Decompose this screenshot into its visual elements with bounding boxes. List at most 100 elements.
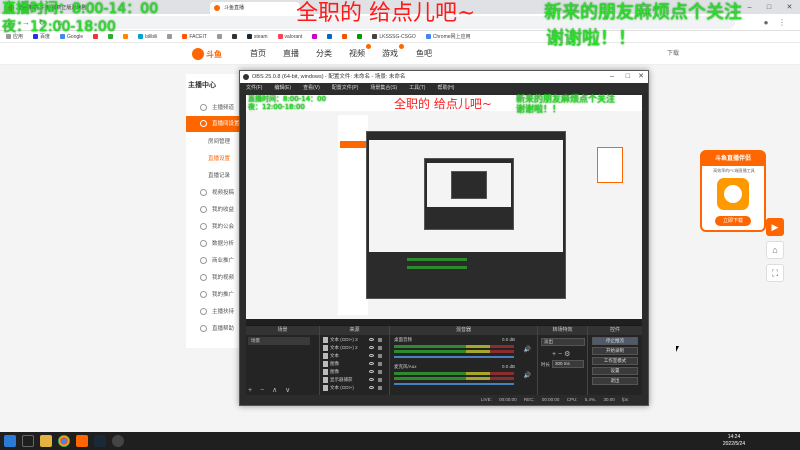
nav-yuba[interactable]: 鱼吧 [416,48,432,59]
video-icon [200,189,207,196]
source-item[interactable]: 图像 [322,368,384,376]
faceit-icon [182,34,188,39]
fullscreen-float-icon[interactable]: ⛶ [766,264,784,282]
douyu-logo[interactable]: 斗鱼 [192,46,234,62]
volume-slider[interactable] [394,356,514,358]
audio-meter [394,350,514,353]
scene-item[interactable]: 场景 [248,337,310,345]
studio-mode-button[interactable]: 工作室模式 [592,357,638,365]
audio-meter [394,372,514,375]
menu-file[interactable]: 文件(F) [246,83,262,93]
bookmark-icon [231,34,237,39]
lock-icon[interactable] [378,354,382,358]
nav-game[interactable]: 游戏 [382,44,404,59]
maximize-icon[interactable]: □ [626,71,630,83]
nested-capture [369,140,563,252]
exit-button[interactable]: 退出 [592,377,638,385]
bookmark[interactable] [167,34,173,39]
visibility-icon[interactable] [369,354,374,357]
start-icon[interactable] [4,435,16,447]
close-icon[interactable]: ✕ [638,71,644,83]
bookmark[interactable]: steam [246,34,268,40]
bookmark[interactable]: LKSSSG-CSGO [372,34,416,40]
promo-download-button[interactable]: 立即下载 [715,216,751,226]
minimize-icon[interactable]: – [610,71,614,83]
duration-input[interactable]: 300 ms [552,360,584,368]
visibility-icon[interactable] [369,378,374,381]
nav-category[interactable]: 分类 [316,48,332,59]
home-float-icon[interactable]: ⌂ [766,241,784,259]
chrome-icon[interactable] [58,435,70,447]
play-float-icon[interactable]: ▶ [766,218,784,236]
browser-tab-active[interactable]: 斗鱼直播 [210,2,300,14]
nav-video[interactable]: 视频 [349,44,371,59]
nav-home[interactable]: 首页 [250,48,266,59]
start-recording-button[interactable]: 开始录制 [592,347,638,355]
lock-icon[interactable] [378,378,382,382]
lock-icon[interactable] [378,338,382,342]
bookmark[interactable] [216,34,222,39]
lock-icon[interactable] [378,386,382,390]
bookmark[interactable]: FACEIT [182,34,207,40]
bookmark-icon [327,34,333,39]
source-item[interactable]: 图像 [322,360,384,368]
menu-profile[interactable]: 配置文件(P) [332,83,359,93]
menu-view[interactable]: 查看(V) [303,83,320,93]
volume-slider[interactable] [394,383,514,385]
obs-titlebar: OBS 25.0.8 (64-bit, windows) - 配置文件: 未命名… [240,71,648,83]
nav-live[interactable]: 直播 [283,48,299,59]
steam-taskbar-icon[interactable] [94,435,106,447]
controls-header: 控件 [588,326,642,335]
bookmark[interactable] [231,34,237,39]
mouse-cursor-icon [676,346,679,352]
visibility-icon[interactable] [369,386,374,389]
menu-tools[interactable]: 工具(T) [409,83,425,93]
source-item[interactable]: 文本 (GDI+) 2 [322,344,384,352]
transition-add-remove[interactable]: + − ⚙ [552,350,570,358]
obs-docks: 场景 场景 + − ∧ ∨ 来源 文本 (GDI+) 3 文本 (GDI+) 2… [246,326,642,396]
lock-icon[interactable] [378,370,382,374]
schedule-overlay: 直播时间：8:00-14：00 夜：12:00-18:00 [2,1,159,35]
mixer-channel-label: 桌面音频 [394,337,412,342]
menu-scene-collection[interactable]: 场景集合(S) [370,83,397,93]
transition-select[interactable]: 淡出 [541,338,585,346]
settings-button[interactable]: 设置 [592,367,638,375]
nested-obs-window-2 [424,158,514,230]
speaker-icon[interactable]: 🔊 [524,346,531,353]
visibility-icon[interactable] [369,338,374,341]
taskbar-clock[interactable]: 14:24 2022/5/24 [714,434,754,448]
bookmark[interactable] [357,34,363,39]
scenes-dock-toolbar[interactable]: + − ∧ ∨ [248,386,293,394]
visibility-icon[interactable] [369,370,374,373]
source-item[interactable]: 文本 [322,352,384,360]
bookmark[interactable]: Chrome网上应用 [425,33,471,40]
file-explorer-icon[interactable] [40,435,52,447]
source-item[interactable]: 显示器捕获 [322,376,384,384]
guild-icon [200,223,207,230]
menu-help[interactable]: 帮助(H) [437,83,454,93]
task-view-icon[interactable] [22,435,34,447]
menu-edit[interactable]: 编辑(E) [274,83,291,93]
douyu-taskbar-icon[interactable] [76,435,88,447]
duration-label: 时长 [541,362,550,367]
bookmark[interactable] [312,34,318,39]
tab-favicon-icon [214,5,220,11]
bookmark-icon [342,34,348,39]
visibility-icon[interactable] [369,362,374,365]
bookmark[interactable] [342,34,348,39]
visibility-icon[interactable] [369,346,374,349]
source-item[interactable]: 文本 (GDI+) 3 [322,336,384,344]
bookmark-icon [216,34,222,39]
captured-sidebar-selected [340,141,368,148]
stop-streaming-button[interactable]: 停止推流 [592,337,638,345]
lock-icon[interactable] [378,362,382,366]
obs-preview[interactable]: 直播时间：8:00-14：00 夜：12:00-18:00 全职的 给点儿吧~ … [246,95,642,396]
bookmark[interactable] [327,34,333,39]
bookmark[interactable]: valorant [277,34,302,40]
hot-badge-icon [399,44,404,49]
obs-taskbar-icon[interactable] [112,435,124,447]
speaker-icon[interactable]: 🔊 [524,372,531,379]
steam-icon [246,34,252,39]
lock-icon[interactable] [378,346,382,350]
source-item[interactable]: 文本 (GDI+) [322,384,384,392]
